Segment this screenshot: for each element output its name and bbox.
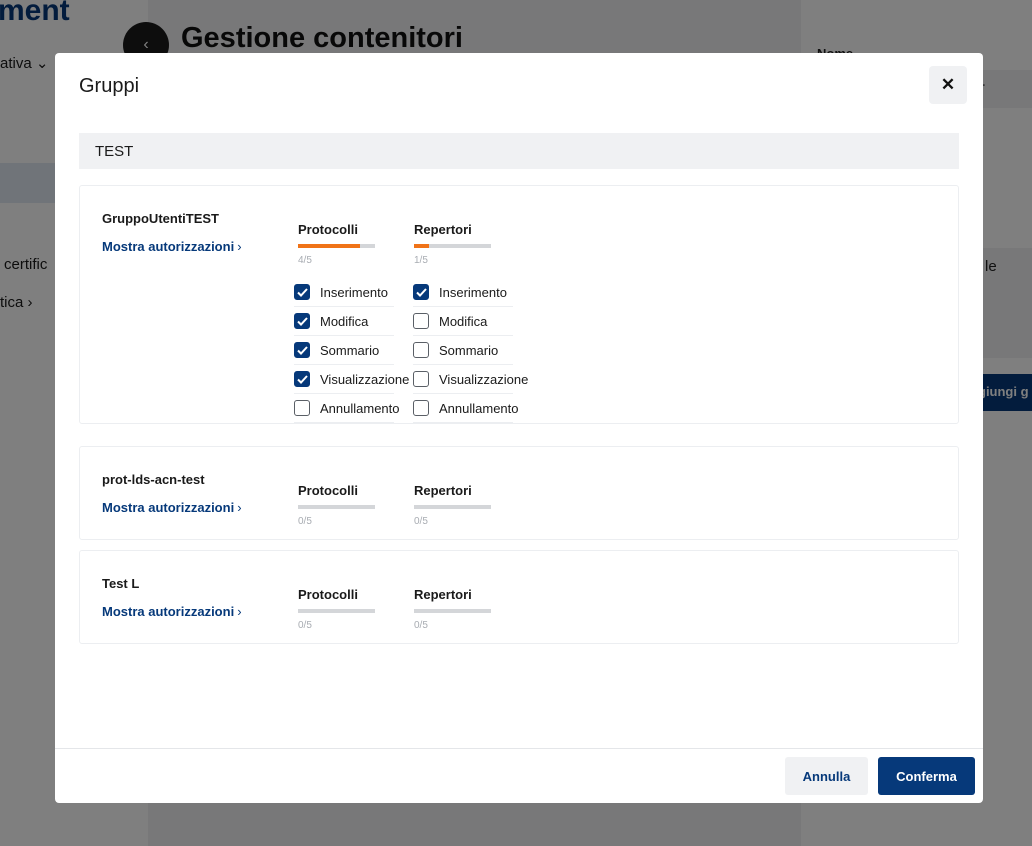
group-card: GruppoUtentiTEST Mostra autorizzazioni › … <box>79 185 959 424</box>
checkbox[interactable] <box>294 313 310 329</box>
permission-row[interactable]: Annullamento <box>294 394 400 423</box>
progress-bar <box>414 244 491 248</box>
category-title: Repertori <box>414 483 472 498</box>
permission-label: Modifica <box>439 313 488 329</box>
category-count: 4/5 <box>298 255 312 266</box>
close-icon: ✕ <box>940 75 956 94</box>
category-repertori: Repertori 0/5 <box>414 483 491 527</box>
groups-modal: Gruppi ✕ TEST GruppoUtentiTEST Mostra au… <box>55 53 983 803</box>
permission-row[interactable]: Inserimento <box>294 278 394 307</box>
permission-label: Inserimento <box>439 284 507 300</box>
category-protocolli: Protocolli 0/5 <box>298 587 375 631</box>
chevron-right-icon: › <box>237 500 242 515</box>
chevron-right-icon: › <box>237 239 242 254</box>
footer-divider <box>55 748 983 749</box>
permission-label: Inserimento <box>320 284 388 300</box>
checkbox[interactable] <box>294 400 310 416</box>
progress-fill <box>298 244 360 248</box>
permission-row[interactable]: Inserimento <box>413 278 513 307</box>
progress-bar <box>414 505 491 509</box>
category-title: Protocolli <box>298 483 358 498</box>
progress-bar <box>298 505 375 509</box>
group-card: prot-lds-acn-test Mostra autorizzazioni ›… <box>79 446 959 540</box>
category-count: 0/5 <box>414 516 428 527</box>
progress-bar <box>298 609 375 613</box>
group-name: Test L <box>102 576 140 591</box>
checkbox[interactable] <box>413 400 429 416</box>
category-title: Protocolli <box>298 587 358 602</box>
category-title: Repertori <box>414 222 472 237</box>
modal-title: Gruppi <box>79 75 140 97</box>
group-name: GruppoUtentiTEST <box>102 211 219 226</box>
show-permissions-link[interactable]: Mostra autorizzazioni › <box>102 604 242 619</box>
checkbox[interactable] <box>413 342 429 358</box>
group-card: Test L Mostra autorizzazioni › Protocolli… <box>79 550 959 644</box>
permission-label: Annullamento <box>439 400 519 416</box>
permission-label: Modifica <box>320 313 369 329</box>
checkbox[interactable] <box>294 284 310 300</box>
category-count: 1/5 <box>414 255 428 266</box>
category-count: 0/5 <box>414 620 428 631</box>
checkbox[interactable] <box>413 371 429 387</box>
cancel-button[interactable]: Annulla <box>785 757 868 795</box>
permission-label: Visualizzazione <box>320 371 410 387</box>
category-protocolli: Protocolli 0/5 <box>298 483 375 527</box>
checkbox[interactable] <box>413 313 429 329</box>
category-count: 0/5 <box>298 516 312 527</box>
permission-row[interactable]: Visualizzazione <box>413 365 528 394</box>
progress-bar <box>298 244 375 248</box>
category-count: 0/5 <box>298 620 312 631</box>
group-name: prot-lds-acn-test <box>102 472 205 487</box>
progress-fill <box>414 244 430 248</box>
category-repertori: Repertori 0/5 <box>414 587 491 631</box>
permission-row[interactable]: Modifica <box>294 307 394 336</box>
search-input[interactable]: TEST <box>79 133 959 169</box>
permission-row[interactable]: Visualizzazione <box>294 365 409 394</box>
category-protocolli: Protocolli 4/5 <box>298 222 375 266</box>
chevron-right-icon: › <box>237 604 242 619</box>
show-permissions-link[interactable]: Mostra autorizzazioni › <box>102 239 242 254</box>
permission-row[interactable]: Sommario <box>294 336 394 365</box>
permission-label: Annullamento <box>320 400 400 416</box>
permission-row[interactable]: Sommario <box>413 336 513 365</box>
close-button[interactable]: ✕ <box>929 66 967 104</box>
permission-row[interactable]: Annullamento <box>413 394 519 423</box>
checkbox[interactable] <box>294 342 310 358</box>
category-repertori: Repertori 1/5 <box>414 222 491 266</box>
progress-bar <box>414 609 491 613</box>
checkbox[interactable] <box>413 284 429 300</box>
category-title: Protocolli <box>298 222 358 237</box>
permission-label: Sommario <box>439 342 499 358</box>
category-title: Repertori <box>414 587 472 602</box>
checkbox[interactable] <box>294 371 310 387</box>
permission-row[interactable]: Modifica <box>413 307 513 336</box>
permission-label: Sommario <box>320 342 380 358</box>
permission-label: Visualizzazione <box>439 371 529 387</box>
show-permissions-link[interactable]: Mostra autorizzazioni › <box>102 500 242 515</box>
confirm-button[interactable]: Conferma <box>878 757 975 795</box>
